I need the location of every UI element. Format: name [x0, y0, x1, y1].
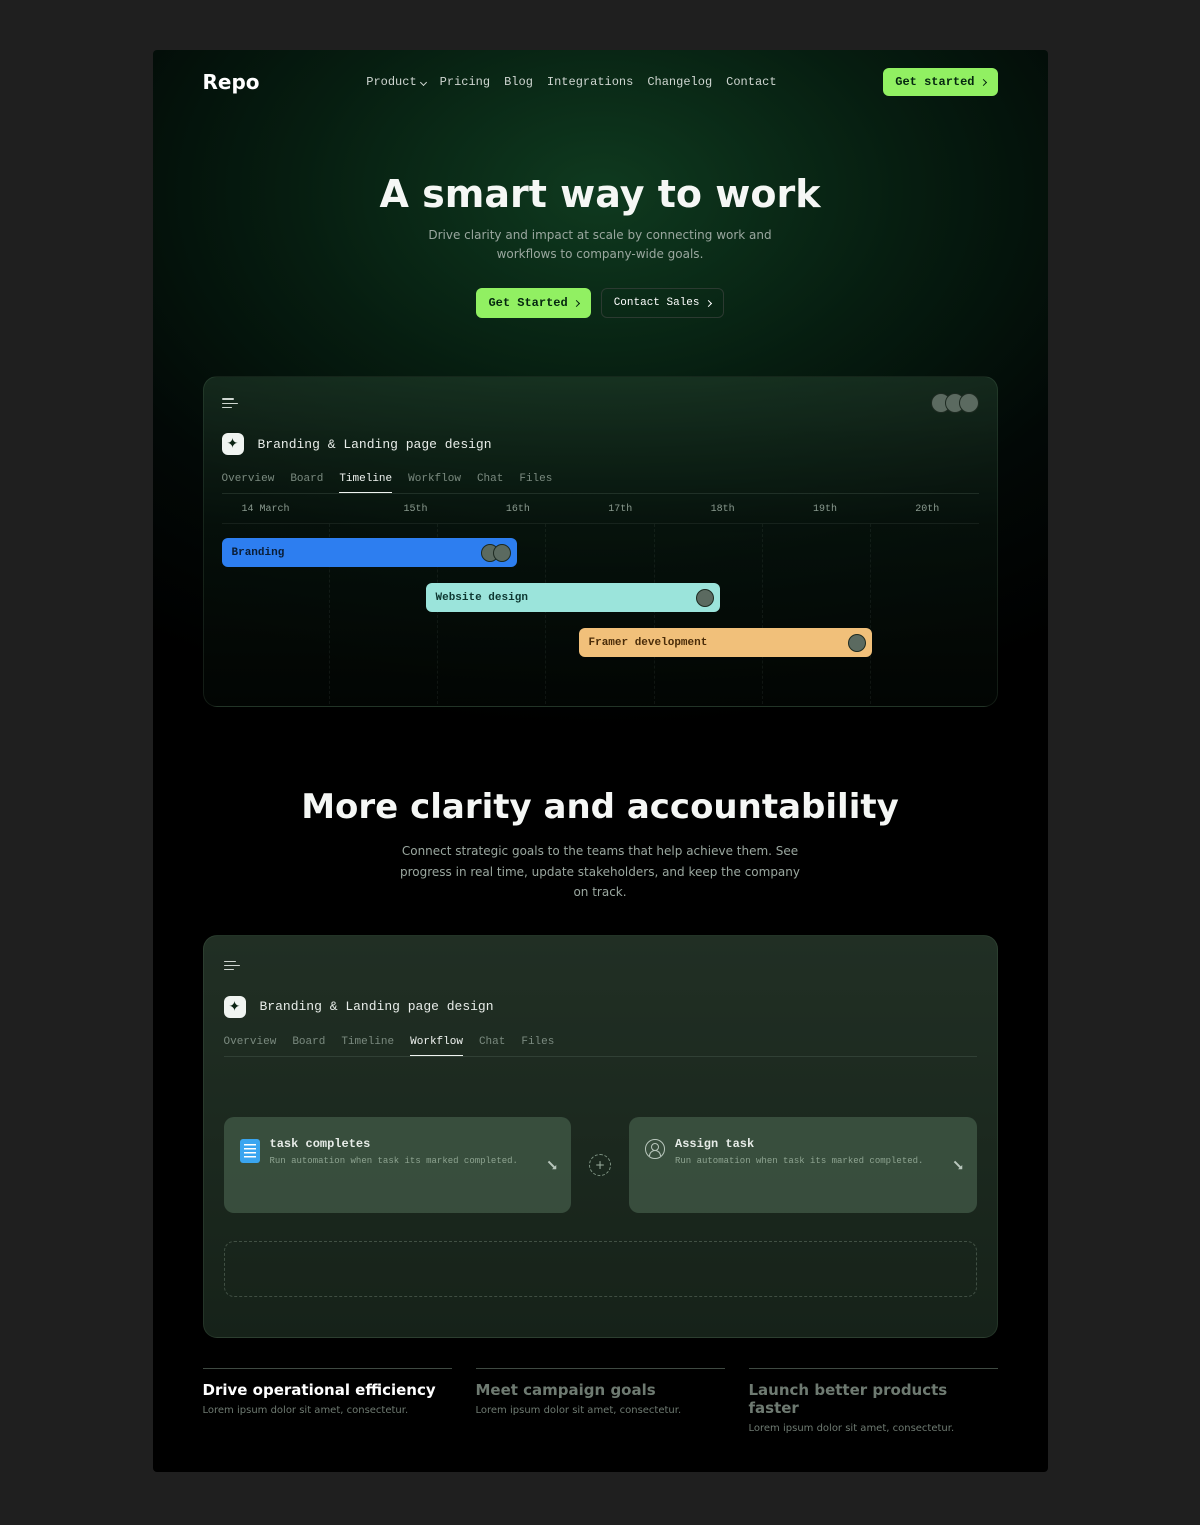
timeline-bar-website[interactable]: Website design [426, 583, 720, 612]
feature-campaign-goals[interactable]: Meet campaign goals Lorem ipsum dolor si… [476, 1368, 725, 1434]
tab-chat[interactable]: Chat [477, 473, 503, 485]
tab-board[interactable]: Board [292, 1036, 325, 1048]
feature-desc: Lorem ipsum dolor sit amet, consectetur. [749, 1423, 998, 1434]
nav-product[interactable]: Product [366, 75, 425, 89]
hero-subtitle: Drive clarity and impact at scale by con… [420, 226, 780, 264]
tab-workflow[interactable]: Workflow [410, 1036, 463, 1056]
avatar [493, 544, 511, 562]
nav-blog[interactable]: Blog [504, 75, 533, 89]
edit-icon[interactable] [548, 1160, 556, 1168]
feature-operational-efficiency[interactable]: Drive operational efficiency Lorem ipsum… [203, 1368, 452, 1434]
feature-desc: Lorem ipsum dolor sit amet, consectetur. [203, 1405, 452, 1416]
chevron-right-icon [573, 300, 580, 307]
chevron-right-icon [979, 78, 986, 85]
add-step-button[interactable]: + [589, 1154, 611, 1176]
tab-timeline[interactable]: Timeline [341, 1036, 394, 1048]
member-avatars [931, 393, 979, 413]
add-icon[interactable]: ✦ [224, 996, 246, 1018]
nav-links: Product Pricing Blog Integrations Change… [366, 75, 776, 89]
timeline-panel: ✦ Branding & Landing page design Overvie… [203, 376, 998, 707]
project-tabs: Overview Board Timeline Workflow Chat Fi… [222, 473, 979, 494]
chevron-down-icon [420, 78, 427, 85]
project-tabs: Overview Board Timeline Workflow Chat Fi… [224, 1036, 977, 1057]
workflow-card-sub: Run automation when task its marked comp… [675, 1156, 923, 1166]
chevron-right-icon [704, 300, 711, 307]
user-icon [645, 1139, 665, 1159]
workflow-card-sub: Run automation when task its marked comp… [270, 1156, 518, 1166]
nav-pricing[interactable]: Pricing [440, 75, 490, 89]
tab-files[interactable]: Files [519, 473, 552, 485]
section2-title: More clarity and accountability [213, 787, 988, 827]
document-icon [240, 1139, 260, 1163]
timeline-bar-branding[interactable]: Branding [222, 538, 517, 567]
hero-contact-sales-button[interactable]: Contact Sales [601, 288, 724, 318]
project-title: Branding & Landing page design [260, 999, 494, 1014]
workflow-dropzone[interactable] [224, 1241, 977, 1297]
workflow-card-title: Assign task [675, 1137, 923, 1151]
menu-icon[interactable] [222, 396, 238, 411]
tab-overview[interactable]: Overview [222, 473, 275, 485]
section2-subtitle: Connect strategic goals to the teams tha… [400, 841, 800, 902]
hero-title: A smart way to work [213, 172, 988, 216]
feature-heading: Launch better products faster [749, 1381, 998, 1417]
logo[interactable]: Repo [203, 70, 260, 94]
feature-heading: Meet campaign goals [476, 1381, 725, 1399]
avatar [848, 634, 866, 652]
feature-desc: Lorem ipsum dolor sit amet, consectetur. [476, 1405, 725, 1416]
edit-icon[interactable] [953, 1160, 961, 1168]
hero-get-started-button[interactable]: Get Started [476, 288, 590, 318]
workflow-panel: ✦ Branding & Landing page design Overvie… [203, 935, 998, 1338]
workflow-card-assign-task[interactable]: Assign task Run automation when task its… [629, 1117, 977, 1213]
nav-contact[interactable]: Contact [726, 75, 776, 89]
tab-overview[interactable]: Overview [224, 1036, 277, 1048]
tab-workflow[interactable]: Workflow [408, 473, 461, 485]
nav-changelog[interactable]: Changelog [647, 75, 712, 89]
add-icon[interactable]: ✦ [222, 433, 244, 455]
avatar [696, 589, 714, 607]
tab-board[interactable]: Board [290, 473, 323, 485]
tab-files[interactable]: Files [521, 1036, 554, 1048]
feature-launch-products[interactable]: Launch better products faster Lorem ipsu… [749, 1368, 998, 1434]
workflow-card-task-completes[interactable]: task completes Run automation when task … [224, 1117, 572, 1213]
timeline-bar-framer[interactable]: Framer development [579, 628, 872, 657]
tab-chat[interactable]: Chat [479, 1036, 505, 1048]
workflow-card-title: task completes [270, 1137, 518, 1151]
timeline-dates: 14 March15th 16th17th 18th19th 20th [222, 504, 979, 524]
project-title: Branding & Landing page design [258, 437, 492, 452]
tab-timeline[interactable]: Timeline [339, 473, 392, 493]
nav-integrations[interactable]: Integrations [547, 75, 633, 89]
avatar[interactable] [959, 393, 979, 413]
menu-icon[interactable] [224, 958, 240, 973]
feature-heading: Drive operational efficiency [203, 1381, 452, 1399]
get-started-button[interactable]: Get started [883, 68, 997, 96]
